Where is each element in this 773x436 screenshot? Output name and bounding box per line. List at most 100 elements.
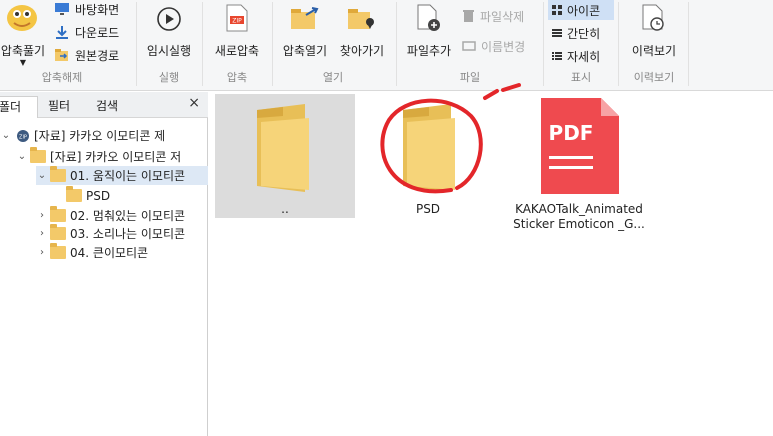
tree-item-folder[interactable]: ⌄ [자료] 카카오 이모티콘 저	[16, 147, 181, 166]
tree-item-folder[interactable]: › 03. 소리나는 이모티콘	[36, 224, 185, 243]
delete-file-button[interactable]: 파일삭제	[462, 7, 524, 25]
ribbon-separator	[618, 2, 619, 86]
ribbon-toolbar: 압축풀기 ▼ 바탕화면 다운로드 원본경로 압축해제 임시실행 실행 ZIP 새…	[0, 0, 773, 91]
extract-button[interactable]: 압축풀기 ▼	[0, 2, 48, 68]
dropdown-arrow-icon[interactable]: ▼	[0, 58, 48, 67]
history-group-label: 이력보기	[633, 71, 675, 84]
list-icon	[552, 29, 562, 37]
tree-item-root-archive[interactable]: ⌄ ZIP [자료] 카카오 이모티콘 제	[0, 126, 165, 145]
view-detail-button[interactable]: 자세히	[552, 47, 600, 65]
add-file-button[interactable]: 파일추가	[400, 2, 458, 68]
compress-group-label: 압축	[226, 71, 248, 84]
folder-icon	[257, 104, 309, 192]
ribbon-separator	[136, 2, 137, 86]
ribbon-separator	[202, 2, 203, 86]
ribbon-separator	[272, 2, 273, 86]
extract-download-button[interactable]: 다운로드	[54, 23, 119, 41]
file-item-pdf[interactable]: PDF KAKAOTalk_Animated Sticker Emoticon …	[499, 94, 659, 244]
tree-item-label: 03. 소리나는 이모티콘	[70, 227, 186, 241]
tree-item-label: 02. 멈춰있는 이모티콘	[70, 209, 186, 223]
play-icon	[157, 7, 181, 31]
folder-icon	[50, 166, 66, 182]
tree-item-folder[interactable]: › 04. 큰이모티콘	[36, 243, 148, 262]
tree-item-folder-selected[interactable]: ⌄ 01. 움직이는 이모티콘	[36, 166, 208, 185]
trash-icon	[463, 10, 474, 22]
pdf-file-icon: PDF	[541, 98, 619, 194]
chevron-right-icon[interactable]: ›	[36, 247, 48, 258]
ribbon-separator	[688, 2, 689, 86]
tab-search[interactable]: 검색	[90, 96, 124, 118]
zip-archive-icon: ZIP	[17, 129, 29, 142]
chevron-right-icon[interactable]: ›	[36, 228, 48, 239]
open-archive-button[interactable]: 압축열기	[276, 2, 334, 68]
extract-desktop-label: 바탕화면	[75, 2, 120, 17]
tree-item-folder[interactable]: › 02. 멈춰있는 이모티콘	[36, 206, 185, 225]
view-icon-label: 아이콘	[567, 3, 601, 18]
history-button[interactable]: 이력보기	[624, 2, 684, 68]
temp-run-button[interactable]: 임시실행	[140, 2, 198, 68]
tree-item-label: PSD	[86, 188, 111, 203]
view-icon-button[interactable]: 아이콘	[548, 0, 614, 20]
tree-item-label: [자료] 카카오 이모티콘 저	[50, 150, 182, 164]
folder-icon	[50, 243, 66, 259]
rename-icon	[462, 41, 476, 51]
run-group-label: 실행	[158, 71, 180, 84]
new-compress-button[interactable]: ZIP 새로압축	[206, 2, 268, 68]
extract-origin-label: 원본경로	[75, 48, 120, 63]
rename-file-button[interactable]: 이름변경	[462, 37, 525, 55]
zip-file-icon: ZIP	[226, 4, 248, 32]
find-location-label: 찾아가기	[339, 44, 385, 58]
download-icon	[56, 26, 68, 39]
tree-item-label: 01. 움직이는 이모티콘	[70, 169, 186, 183]
sidebar-tabs: 폴더 필터 검색 ×	[0, 92, 208, 118]
tab-folder[interactable]: 폴더	[0, 96, 38, 118]
view-group-label: 표시	[570, 71, 592, 84]
find-location-button[interactable]: 찾아가기	[334, 2, 390, 68]
delete-file-label: 파일삭제	[480, 9, 525, 24]
svg-text:ZIP: ZIP	[232, 18, 242, 25]
zip-mascot-icon	[7, 5, 37, 31]
folder-icon	[66, 186, 82, 202]
detail-list-icon	[552, 52, 562, 60]
folder-icon	[50, 224, 66, 240]
open-archive-label: 압축열기	[282, 44, 328, 58]
tab-filter[interactable]: 필터	[42, 96, 76, 118]
chevron-down-icon[interactable]: ⌄	[0, 130, 12, 141]
file-item-psd-folder[interactable]: PSD	[363, 94, 493, 218]
tree-item-label: 04. 큰이모티콘	[70, 246, 149, 260]
monitor-icon	[55, 3, 69, 15]
folder-location-icon	[348, 9, 374, 29]
temp-run-label: 임시실행	[146, 44, 192, 58]
history-clock-icon	[642, 4, 664, 31]
new-compress-label: 새로압축	[214, 44, 260, 58]
view-brief-button[interactable]: 간단히	[552, 24, 600, 42]
file-group-label: 파일	[459, 71, 481, 84]
tree-item-psd[interactable]: PSD	[64, 186, 110, 205]
file-item-caption: PSD	[415, 202, 441, 216]
close-icon[interactable]: ×	[188, 95, 200, 111]
ribbon-separator	[396, 2, 397, 86]
tree-item-label: [자료] 카카오 이모티콘 제	[34, 129, 166, 143]
history-label: 이력보기	[631, 44, 677, 58]
folder-path-icon	[55, 49, 68, 61]
chevron-down-icon[interactable]: ⌄	[36, 170, 48, 181]
file-item-caption-line2: Sticker Emoticon _G...	[513, 217, 645, 231]
rename-file-label: 이름변경	[481, 39, 526, 54]
extract-download-label: 다운로드	[75, 25, 120, 40]
view-detail-label: 자세히	[567, 49, 601, 64]
chevron-right-icon[interactable]: ›	[36, 210, 48, 221]
open-group-label: 열기	[322, 71, 344, 84]
svg-text:ZIP: ZIP	[19, 134, 27, 140]
grid-icon	[552, 5, 562, 15]
file-add-icon	[417, 4, 440, 31]
pdf-badge-text: PDF	[549, 121, 594, 145]
extract-label: 압축풀기	[0, 44, 46, 58]
folder-icon	[50, 206, 66, 222]
ribbon-separator	[543, 2, 544, 86]
extract-desktop-button[interactable]: 바탕화면	[54, 0, 119, 18]
view-brief-label: 간단히	[567, 26, 601, 41]
extract-origin-button[interactable]: 원본경로	[54, 46, 119, 64]
file-item-caption: ..	[281, 202, 289, 216]
chevron-down-icon[interactable]: ⌄	[16, 151, 28, 162]
file-item-parent-folder[interactable]: ..	[215, 94, 355, 218]
